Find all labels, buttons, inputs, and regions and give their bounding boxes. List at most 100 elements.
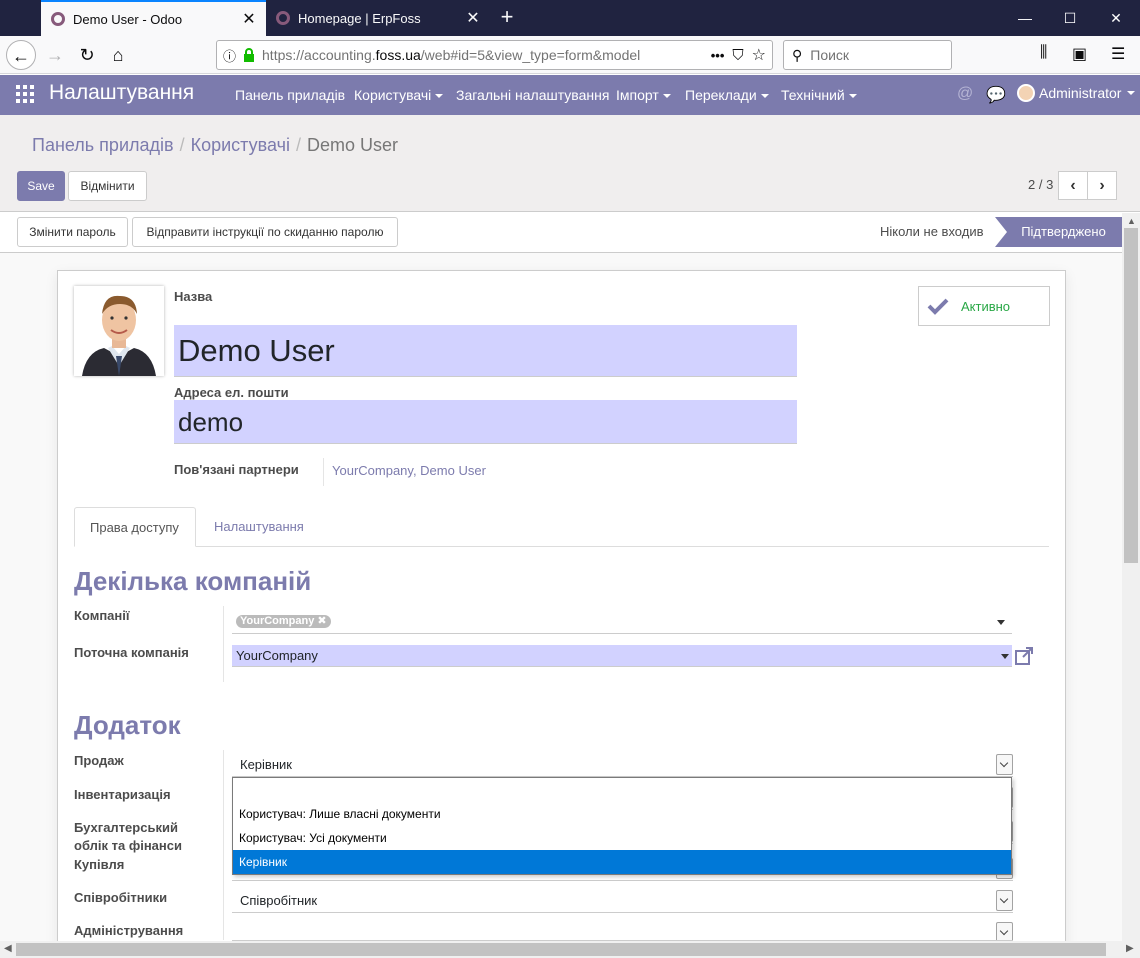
lock-icon (244, 48, 255, 62)
browser-tab-active[interactable]: Demo User - Odoo ✕ (41, 0, 266, 36)
maximize-icon[interactable]: ☐ (1047, 0, 1093, 36)
accounting-label: Бухгалтерський облік та фінанси (74, 820, 182, 853)
caret-down-icon (760, 94, 769, 99)
scroll-right-icon[interactable]: ▶ (1126, 943, 1134, 954)
pager-previous-icon[interactable]: ‹ (1058, 171, 1088, 200)
caret-down-icon (662, 94, 671, 99)
breadcrumb-dashboard[interactable]: Панель приладів (32, 135, 174, 155)
scroll-left-icon[interactable]: ◀ (4, 943, 12, 954)
scrollbar-thumb[interactable] (1124, 228, 1138, 563)
pager-value[interactable]: 2 / 3 (1028, 177, 1053, 192)
menu-technical[interactable]: Технічний (781, 87, 857, 103)
external-link-icon[interactable] (1014, 646, 1034, 666)
avatar (1017, 84, 1035, 102)
hamburger-menu-icon[interactable]: ☰ (1111, 44, 1125, 64)
sidebar-icon[interactable]: ▣ (1072, 44, 1087, 64)
window-close-icon[interactable]: ✕ (1093, 0, 1139, 36)
browser-titlebar: Demo User - Odoo ✕ Homepage | ErpFoss ✕ … (0, 0, 1140, 36)
stage-confirmed[interactable]: Підтверджено (995, 217, 1122, 247)
breadcrumb: Панель приладів / Користувачі / Demo User (32, 135, 399, 155)
close-tab-icon[interactable]: ✕ (242, 9, 256, 29)
caret-down-icon[interactable] (1001, 654, 1009, 659)
forward-arrow-icon[interactable]: → (40, 40, 70, 70)
pager-next-icon[interactable]: › (1087, 171, 1117, 200)
scrollbar-thumb[interactable] (16, 943, 1106, 956)
tab-access-rights[interactable]: Права доступу (74, 507, 196, 547)
chat-bubbles-icon[interactable]: 💬 (986, 85, 1006, 105)
send-reset-password-button[interactable]: Відправити інструкції по скиданню паролю (132, 217, 398, 247)
name-label: Назва (174, 289, 213, 304)
change-password-button[interactable]: Змінити пароль (17, 217, 128, 247)
current-company-field[interactable]: YourCompany (232, 645, 1012, 667)
sales-select[interactable]: Керівник (232, 753, 1013, 777)
dropdown-option-empty[interactable] (233, 778, 1011, 802)
apps-grid-icon[interactable] (16, 85, 34, 107)
app-brand-title[interactable]: Налаштування (49, 81, 194, 105)
odoo-main-navbar: Налаштування Панель приладів Користувачі… (0, 75, 1140, 115)
administration-select[interactable] (232, 921, 1013, 941)
new-tab-icon[interactable]: + (496, 4, 518, 30)
chevron-down-icon[interactable] (996, 922, 1013, 940)
email-field[interactable]: demo (174, 400, 797, 444)
tab-preferences[interactable]: Налаштування (199, 507, 319, 547)
pocket-icon[interactable]: ⛉ (732, 47, 743, 64)
search-input[interactable]: Поиск (810, 47, 849, 63)
close-tab-icon[interactable]: ✕ (466, 8, 480, 28)
discard-button[interactable]: Відмінити (68, 171, 147, 201)
menu-dashboard[interactable]: Панель приладів (235, 87, 345, 103)
page-actions-icon[interactable]: ••• (711, 48, 725, 63)
current-company-label: Поточна компанія (74, 645, 189, 660)
menu-translations[interactable]: Переклади (685, 87, 769, 103)
chevron-down-icon[interactable] (996, 890, 1013, 911)
remove-tag-icon[interactable]: ✖ (317, 615, 326, 627)
save-button[interactable]: Save (17, 171, 65, 201)
active-toggle-button[interactable]: Активно (918, 286, 1050, 326)
employees-select[interactable]: Співробітник (232, 889, 1013, 913)
url-bar[interactable]: ⓘ https://accounting.foss.ua/web#id=5&vi… (216, 40, 773, 70)
user-menu[interactable]: Administrator (1017, 84, 1136, 102)
caret-down-icon (848, 94, 857, 99)
minimize-icon[interactable]: — (1002, 0, 1048, 36)
odoo-favicon-icon (276, 11, 290, 25)
field-divider (223, 750, 224, 940)
horizontal-scrollbar[interactable]: ◀ ▶ (0, 941, 1140, 958)
employees-label: Співробітники (74, 890, 168, 905)
library-icon[interactable]: ⫼ (1040, 44, 1047, 62)
browser-tab-inactive[interactable]: Homepage | ErpFoss ✕ (266, 0, 490, 36)
user-photo[interactable] (74, 286, 164, 376)
back-arrow-icon[interactable]: ← (6, 40, 36, 70)
sales-select-value: Керівник (240, 757, 292, 772)
inventory-label: Інвентаризація (74, 787, 171, 802)
menu-users[interactable]: Користувачі (354, 87, 444, 103)
info-icon[interactable]: ⓘ (223, 46, 236, 65)
scroll-up-icon[interactable]: ▲ (1127, 216, 1136, 226)
administration-label: Адміністрування (74, 923, 184, 938)
stage-never-connected[interactable]: Ніколи не входив (880, 217, 984, 247)
companies-field[interactable] (232, 610, 1012, 634)
vertical-scrollbar[interactable]: ▲ (1122, 213, 1140, 941)
partners-label: Пов'язані партнери (174, 462, 299, 477)
dropdown-option-user-all[interactable]: Користувач: Усі документи (233, 826, 1011, 850)
breadcrumb-users[interactable]: Користувачі (191, 135, 290, 155)
chevron-down-icon[interactable] (996, 754, 1013, 775)
home-icon[interactable]: ⌂ (103, 40, 133, 70)
menu-import[interactable]: Імпорт (616, 87, 671, 103)
name-field[interactable]: Demo User (174, 325, 797, 377)
check-icon (927, 298, 949, 315)
dropdown-option-user-own[interactable]: Користувач: Лише власні документи (233, 802, 1011, 826)
browser-tab-title: Homepage | ErpFoss (298, 10, 421, 26)
related-partner-link[interactable]: YourCompany, Demo User (332, 463, 486, 478)
company-tag[interactable]: YourCompany ✖ (236, 615, 331, 628)
dropdown-option-manager[interactable]: Керівник (233, 850, 1011, 874)
sales-dropdown-list: Користувач: Лише власні документи Корист… (232, 777, 1012, 875)
bookmark-star-icon[interactable]: ☆ (752, 45, 766, 65)
section-title-multi-company: Декілька компаній (74, 566, 312, 596)
employees-select-value: Співробітник (240, 893, 318, 908)
caret-down-icon[interactable] (997, 620, 1005, 625)
search-bar[interactable]: ⚲ Поиск (783, 40, 952, 70)
at-mention-icon[interactable]: @ (957, 85, 973, 103)
menu-general-settings[interactable]: Загальні налаштування (456, 87, 609, 103)
active-label: Активно (961, 298, 1011, 314)
search-icon: ⚲ (792, 46, 803, 63)
reload-icon[interactable]: ↻ (72, 40, 102, 70)
